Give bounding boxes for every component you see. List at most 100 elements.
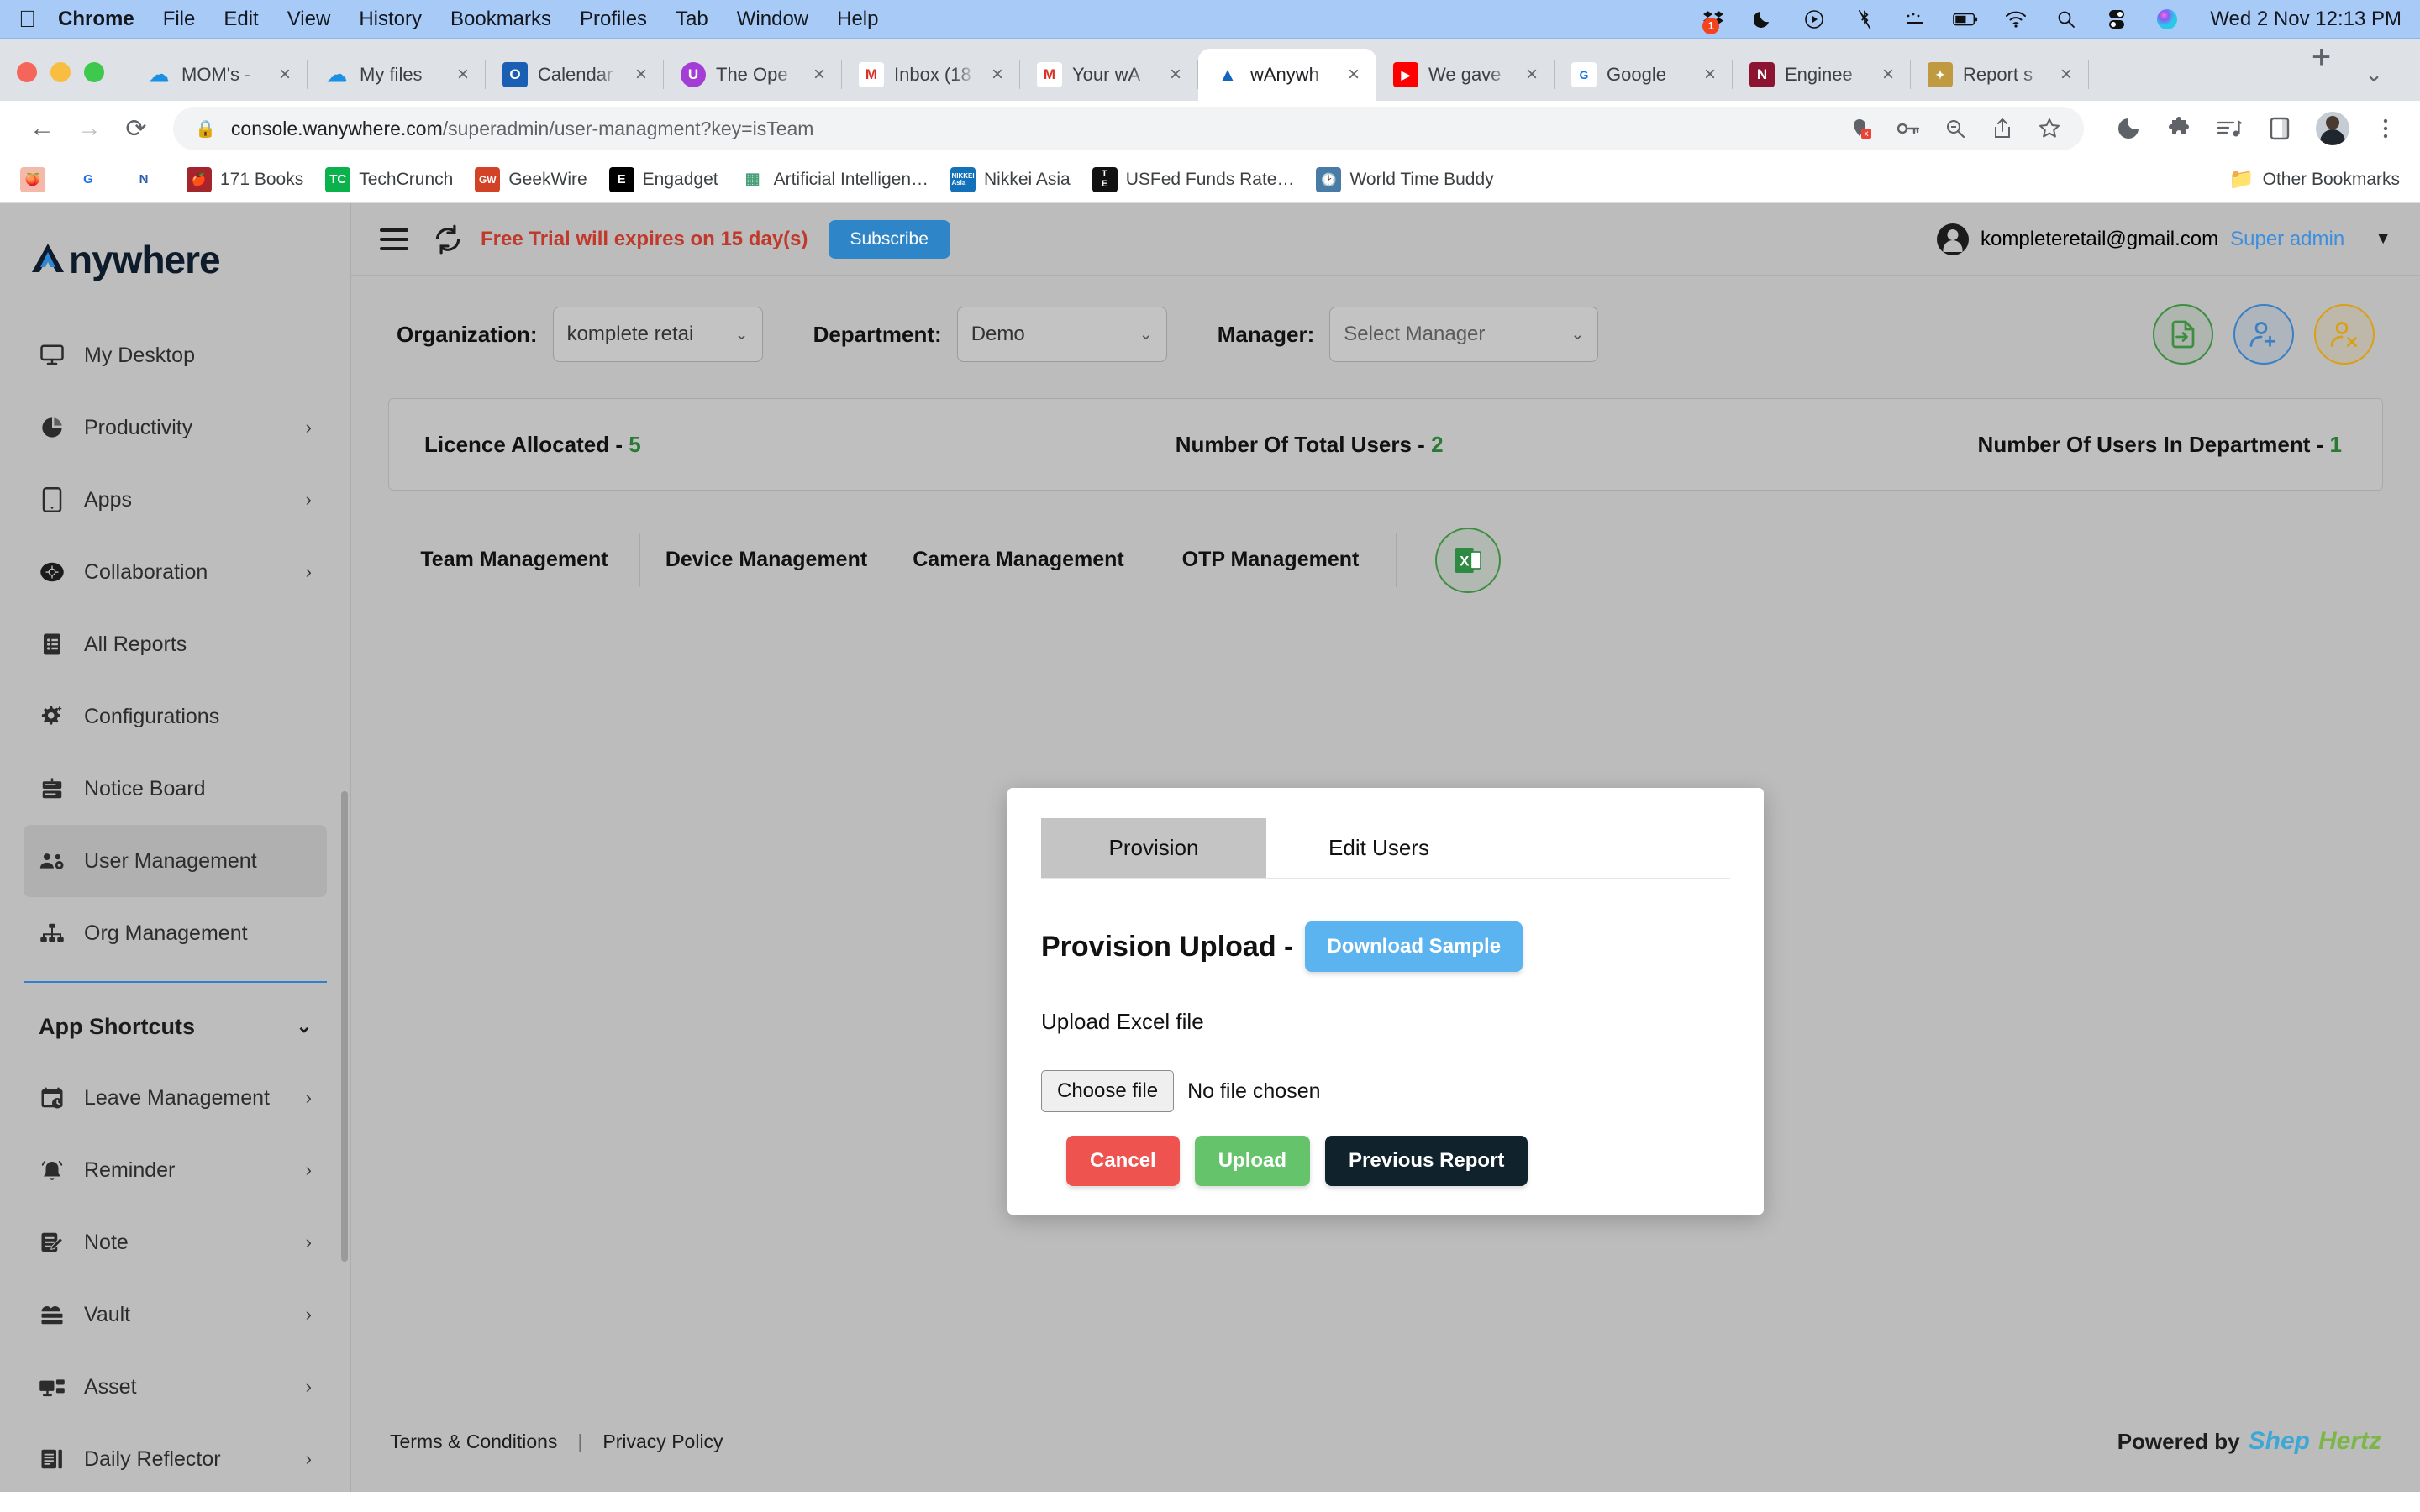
- menu-window[interactable]: Window: [737, 8, 808, 31]
- menu-bar-clock[interactable]: Wed 2 Nov 12:13 PM: [2210, 8, 2402, 31]
- sidebar-item-productivity[interactable]: Productivity ›: [24, 391, 327, 464]
- apple-icon[interactable]: : [18, 7, 36, 31]
- siri-icon[interactable]: [2154, 7, 2180, 32]
- zoom-out-icon[interactable]: [1941, 114, 1970, 143]
- sidebar-item-vault[interactable]: Vault ›: [24, 1278, 327, 1351]
- close-tab-icon[interactable]: ×: [1165, 63, 1186, 87]
- tab-team-management[interactable]: Team Management: [388, 524, 640, 596]
- modal-tab-provision[interactable]: Provision: [1041, 818, 1266, 878]
- minimize-window-button[interactable]: [50, 62, 71, 82]
- bookmark-item[interactable]: 🍎 171 Books: [187, 166, 303, 192]
- close-tab-icon[interactable]: ×: [1521, 63, 1543, 87]
- tab-device-management[interactable]: Device Management: [640, 524, 892, 596]
- account-area[interactable]: kompleteretail@gmail.com Super admin ▼: [1937, 223, 2391, 255]
- wifi-icon[interactable]: [2003, 7, 2028, 32]
- close-tab-icon[interactable]: ×: [274, 63, 296, 87]
- new-tab-button[interactable]: +: [2293, 40, 2349, 87]
- menu-history[interactable]: History: [359, 8, 422, 31]
- bookmark-item[interactable]: TC TechCrunch: [325, 166, 453, 192]
- close-tab-icon[interactable]: ×: [1699, 63, 1721, 87]
- bookmark-item[interactable]: E Engadget: [608, 166, 718, 192]
- browser-tab[interactable]: ☁ MOM's - ×: [129, 49, 308, 101]
- sidebar-section-app-shortcuts[interactable]: App Shortcuts ⌄: [24, 991, 327, 1062]
- keyboard-icon[interactable]: [1902, 7, 1928, 32]
- menu-chrome[interactable]: Chrome: [58, 8, 134, 31]
- browser-tab[interactable]: M Your wA ×: [1020, 49, 1198, 101]
- bookmark-item[interactable]: 🕑 World Time Buddy: [1316, 166, 1494, 192]
- browser-tab[interactable]: ✦ Report s ×: [1911, 49, 2089, 101]
- previous-report-button[interactable]: Previous Report: [1325, 1136, 1528, 1186]
- bookmark-item[interactable]: N: [131, 166, 165, 192]
- choose-file-button[interactable]: Choose file: [1041, 1070, 1175, 1112]
- browser-tab-active[interactable]: ▲ wAnywh ×: [1198, 49, 1376, 101]
- tab-camera-management[interactable]: Camera Management: [892, 524, 1144, 596]
- location-blocked-icon[interactable]: x: [1847, 114, 1876, 143]
- bookmark-star-icon[interactable]: [2035, 114, 2064, 143]
- sidebar-item-my-desktop[interactable]: My Desktop: [24, 319, 327, 391]
- remove-user-button[interactable]: [2314, 304, 2375, 365]
- tab-otp-management[interactable]: OTP Management: [1144, 524, 1397, 596]
- browser-tab[interactable]: ☁ My files ×: [308, 49, 486, 101]
- control-center-icon[interactable]: [2104, 7, 2129, 32]
- close-tab-icon[interactable]: ×: [2055, 63, 2077, 87]
- menu-file[interactable]: File: [163, 8, 196, 31]
- battery-icon[interactable]: [1953, 7, 1978, 32]
- sidebar-item-configurations[interactable]: Configurations: [24, 680, 327, 753]
- menu-profiles[interactable]: Profiles: [580, 8, 647, 31]
- hamburger-menu-icon[interactable]: [380, 228, 408, 250]
- department-select[interactable]: Demo ⌄: [956, 307, 1167, 362]
- browser-tab[interactable]: M Inbox (18 ×: [842, 49, 1020, 101]
- grammarly-icon[interactable]: [2114, 114, 2143, 143]
- forward-button[interactable]: →: [67, 107, 111, 150]
- close-tab-icon[interactable]: ×: [808, 63, 830, 87]
- organization-select[interactable]: komplete retai ⌄: [552, 307, 763, 362]
- manager-select[interactable]: Select Manager ⌄: [1329, 307, 1599, 362]
- bookmark-item[interactable]: ▦ Artificial Intelligen…: [739, 166, 929, 192]
- sidebar-item-org-management[interactable]: Org Management: [24, 897, 327, 969]
- download-sample-button[interactable]: Download Sample: [1305, 921, 1523, 972]
- privacy-policy-link[interactable]: Privacy Policy: [602, 1431, 723, 1453]
- close-tab-icon[interactable]: ×: [452, 63, 474, 87]
- password-key-icon[interactable]: [1894, 114, 1923, 143]
- search-icon[interactable]: [2054, 7, 2079, 32]
- moon-icon[interactable]: [1751, 7, 1776, 32]
- file-input-row[interactable]: Choose file No file chosen: [1041, 1070, 1730, 1112]
- dropbox-icon[interactable]: 1: [1701, 7, 1726, 34]
- sidebar-item-daily-reflector[interactable]: Daily Reflector ›: [24, 1423, 327, 1492]
- profile-avatar[interactable]: [2316, 112, 2349, 145]
- refresh-icon[interactable]: [432, 223, 464, 255]
- address-bar[interactable]: 🔒 console.wanywhere.com/superadmin/user-…: [173, 107, 2084, 150]
- maximize-window-button[interactable]: [84, 62, 104, 82]
- close-window-button[interactable]: [17, 62, 37, 82]
- side-panel-icon[interactable]: [2265, 114, 2294, 143]
- browser-tab[interactable]: G Google ×: [1555, 49, 1733, 101]
- other-bookmarks-button[interactable]: 📁 Other Bookmarks: [2229, 167, 2400, 192]
- cancel-button[interactable]: Cancel: [1066, 1136, 1180, 1186]
- menu-help[interactable]: Help: [837, 8, 878, 31]
- sidebar-scrollbar[interactable]: [341, 791, 348, 1262]
- close-tab-icon[interactable]: ×: [1343, 63, 1365, 87]
- chrome-menu-icon[interactable]: [2371, 114, 2400, 143]
- import-file-button[interactable]: [2153, 304, 2213, 365]
- close-tab-icon[interactable]: ×: [630, 63, 652, 87]
- bookmark-item[interactable]: GW GeekWire: [475, 166, 587, 192]
- brand-logo[interactable]: nywhere: [0, 203, 350, 311]
- chevron-down-icon[interactable]: ▼: [2375, 229, 2391, 249]
- bluetooth-off-icon[interactable]: [1852, 7, 1877, 32]
- menu-view[interactable]: View: [287, 8, 331, 31]
- browser-tab[interactable]: U The Ope ×: [664, 49, 842, 101]
- subscribe-button[interactable]: Subscribe: [828, 219, 950, 259]
- bookmark-item[interactable]: 🍑: [20, 166, 54, 192]
- share-icon[interactable]: [1988, 114, 2017, 143]
- sidebar-item-notice-board[interactable]: Notice Board: [24, 753, 327, 825]
- sidebar-item-apps[interactable]: Apps ›: [24, 464, 327, 536]
- close-tab-icon[interactable]: ×: [986, 63, 1008, 87]
- extensions-puzzle-icon[interactable]: [2165, 114, 2193, 143]
- close-tab-icon[interactable]: ×: [1877, 63, 1899, 87]
- reload-button[interactable]: ⟳: [114, 107, 158, 150]
- excel-export-button[interactable]: X: [1435, 527, 1501, 593]
- menu-edit[interactable]: Edit: [224, 8, 258, 31]
- sidebar-item-all-reports[interactable]: All Reports: [24, 608, 327, 680]
- browser-tab[interactable]: O Calendar ×: [486, 49, 664, 101]
- modal-tab-edit-users[interactable]: Edit Users: [1266, 818, 1491, 878]
